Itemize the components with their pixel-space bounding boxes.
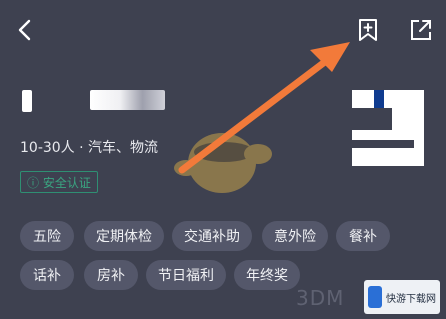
site-watermark: 快游下载网 — [364, 280, 440, 314]
benefit-tag: 房补 — [84, 260, 138, 290]
site-name: 快游下载网 — [386, 293, 436, 305]
benefit-tag: 定期体检 — [84, 221, 164, 251]
site-logo-icon — [368, 286, 382, 308]
watermark-3dm: 3DM — [296, 286, 345, 310]
benefit-tag: 餐补 — [336, 221, 390, 251]
benefit-tag: 年终奖 — [234, 260, 300, 290]
benefit-tag: 意外险 — [262, 221, 328, 251]
benefit-tag: 交通补助 — [172, 221, 252, 251]
benefit-tag: 话补 — [20, 260, 74, 290]
benefit-tag: 节日福利 — [146, 260, 226, 290]
benefit-tag: 五险 — [20, 221, 74, 251]
